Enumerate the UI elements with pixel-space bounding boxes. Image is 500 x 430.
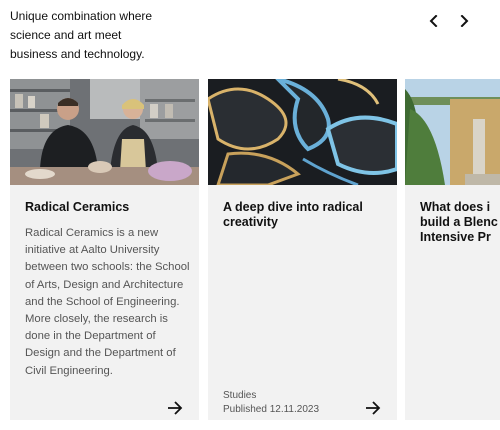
card-category: Studies xyxy=(223,390,257,401)
arrow-right-icon xyxy=(168,401,183,415)
arrow-right-icon xyxy=(366,401,381,415)
article-card[interactable]: Radical Ceramics Radical Ceramics is a n… xyxy=(10,79,199,420)
intro-text: Unique combination where science and art… xyxy=(10,7,180,64)
intro-line: business and technology. xyxy=(10,47,145,61)
previous-button[interactable] xyxy=(426,10,442,32)
article-carousel: Radical Ceramics Radical Ceramics is a n… xyxy=(10,79,500,424)
read-more-button[interactable] xyxy=(365,401,381,415)
card-title[interactable]: Radical Ceramics xyxy=(25,200,185,215)
chevron-right-icon xyxy=(460,15,469,27)
intro-line: Unique combination where xyxy=(10,9,153,23)
card-meta: Studies Published 12.11.2023 xyxy=(223,389,319,417)
card-title-line: build a Blenc xyxy=(420,215,498,229)
carousel-nav xyxy=(426,10,472,32)
article-card[interactable]: A deep dive into radical creativity Stud… xyxy=(208,79,397,420)
chevron-left-icon xyxy=(429,15,438,27)
card-description: Radical Ceramics is a new initiative at … xyxy=(25,227,190,377)
article-card[interactable]: What does i build a Blenc Intensive Pr xyxy=(405,79,500,420)
card-image-abstract-texture xyxy=(208,79,397,185)
card-image-ceramics-workshop xyxy=(10,79,199,185)
card-image-field-by-water xyxy=(405,79,500,185)
card-title[interactable]: What does i build a Blenc Intensive Pr xyxy=(420,200,500,245)
card-title[interactable]: A deep dive into radical creativity xyxy=(223,200,383,230)
intro-line: science and art meet xyxy=(10,28,122,42)
card-published-date: Published 12.11.2023 xyxy=(223,404,320,415)
card-title-line: What does i xyxy=(420,200,491,214)
read-more-button[interactable] xyxy=(167,401,183,415)
next-button[interactable] xyxy=(456,10,472,32)
card-title-line: Intensive Pr xyxy=(420,230,491,244)
